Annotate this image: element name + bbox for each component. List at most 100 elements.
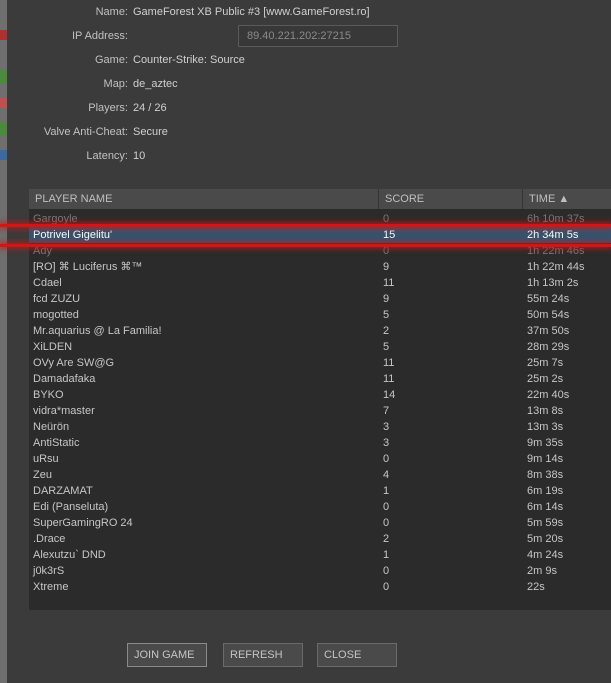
table-row[interactable]: BYKO 14 22m 40s — [29, 387, 611, 403]
table-row[interactable]: vidra*master 7 13m 8s — [29, 403, 611, 419]
time-cell: 5m 59s — [527, 517, 564, 529]
score-cell: 1 — [383, 485, 390, 497]
time-cell: 22s — [527, 581, 545, 593]
score-cell: 14 — [383, 389, 396, 401]
highlight-line — [0, 224, 611, 227]
table-row[interactable]: .Drace 2 5m 20s — [29, 531, 611, 547]
strip-mark — [0, 150, 7, 160]
table-row[interactable]: Zeu 4 8m 38s — [29, 467, 611, 483]
player-name-cell: Damadafaka — [33, 373, 96, 385]
time-cell: 25m 7s — [527, 357, 564, 369]
score-cell: 9 — [383, 293, 390, 305]
time-cell: 55m 24s — [527, 293, 570, 305]
table-row[interactable]: Mr.aquarius @ La Familia! 2 37m 50s — [29, 323, 611, 339]
score-cell: 0 — [383, 517, 390, 529]
table-row[interactable]: j0k3rS 0 2m 9s — [29, 563, 611, 579]
highlight-line — [0, 244, 611, 247]
score-cell: 7 — [383, 405, 390, 417]
player-name-cell: AntiStatic — [33, 437, 80, 449]
time-cell: 1h 13m 2s — [527, 277, 579, 289]
time-cell: 5m 20s — [527, 533, 564, 545]
time-cell: 2h 34m 5s — [527, 229, 579, 241]
table-row[interactable]: mogotted 5 50m 54s — [29, 307, 611, 323]
table-row[interactable]: AntiStatic 3 9m 35s — [29, 435, 611, 451]
score-cell: 2 — [383, 533, 390, 545]
table-row[interactable]: fcd ZUZU 9 55m 24s — [29, 291, 611, 307]
time-cell: 50m 54s — [527, 309, 570, 321]
time-cell: 4m 24s — [527, 549, 564, 561]
close-button[interactable]: CLOSE — [317, 643, 397, 667]
player-name-cell: SuperGamingRO 24 — [33, 517, 133, 529]
table-row[interactable]: Potrivel Gigelitu' 15 2h 34m 5s — [29, 227, 611, 243]
time-cell: 1h 22m 44s — [527, 261, 585, 273]
score-cell: 0 — [383, 565, 390, 577]
server-name-value: GameForest XB Public #3 [www.GameForest.… — [133, 6, 370, 18]
score-cell: 0 — [383, 501, 390, 513]
vac-value: Secure — [133, 126, 168, 138]
info-label: Latency: — [86, 150, 128, 162]
join-game-button[interactable]: JOIN GAME — [127, 643, 207, 667]
table-row[interactable]: Damadafaka 11 25m 2s — [29, 371, 611, 387]
table-row[interactable]: Neürön 3 13m 3s — [29, 419, 611, 435]
info-label: Game: — [94, 54, 128, 66]
table-row[interactable]: DARZAMAT 1 6m 19s — [29, 483, 611, 499]
player-name-cell: Potrivel Gigelitu' — [33, 229, 113, 241]
time-cell: 6m 14s — [527, 501, 564, 513]
player-name-cell: .Drace — [33, 533, 66, 545]
refresh-button[interactable]: REFRESH — [223, 643, 303, 667]
score-cell: 4 — [383, 469, 390, 481]
player-name-cell: Zeu — [33, 469, 52, 481]
background-window-strip — [0, 0, 7, 683]
score-cell: 1 — [383, 549, 390, 561]
player-name-cell: XiLDEN — [33, 341, 73, 353]
player-name-cell: Cdael — [33, 277, 62, 289]
time-cell: 28m 29s — [527, 341, 570, 353]
column-header-player-name[interactable]: PLAYER NAME — [29, 189, 379, 209]
time-cell: 9m 14s — [527, 453, 564, 465]
player-name-cell: BYKO — [33, 389, 64, 401]
player-name-cell: Xtreme — [33, 581, 69, 593]
table-row[interactable]: Xtreme 0 22s — [29, 579, 611, 595]
time-cell: 8m 38s — [527, 469, 564, 481]
score-cell: 15 — [383, 229, 396, 241]
player-name-cell: mogotted — [33, 309, 79, 321]
player-name-cell: j0k3rS — [33, 565, 65, 577]
time-cell: 6m 19s — [527, 485, 564, 497]
strip-mark — [0, 30, 7, 40]
player-name-cell: [RO] ⌘ Luciferus ⌘™ — [33, 261, 143, 273]
player-name-cell: vidra*master — [33, 405, 95, 417]
table-row[interactable]: [RO] ⌘ Luciferus ⌘™ 9 1h 22m 44s — [29, 259, 611, 275]
score-cell: 3 — [383, 437, 390, 449]
table-row[interactable]: uRsu 0 9m 14s — [29, 451, 611, 467]
info-label: Players: — [88, 102, 128, 114]
score-cell: 0 — [383, 453, 390, 465]
column-header-time[interactable]: TIME ▲ — [523, 189, 611, 209]
column-header-score[interactable]: SCORE — [379, 189, 523, 209]
player-name-cell: fcd ZUZU — [33, 293, 81, 305]
player-list-table: PLAYER NAME SCORE TIME ▲ Gargoyle 0 6h 10m… — [29, 189, 611, 610]
score-cell: 9 — [383, 261, 390, 273]
table-row[interactable]: OVy Are SW@G 11 25m 7s — [29, 355, 611, 371]
table-row[interactable]: Cdael 11 1h 13m 2s — [29, 275, 611, 291]
info-label: Valve Anti-Cheat: — [43, 126, 128, 138]
strip-mark — [0, 70, 7, 84]
ip-address-field[interactable]: 89.40.221.202:27215 — [238, 25, 398, 47]
map-value: de_aztec — [133, 78, 178, 90]
table-row[interactable]: SuperGamingRO 24 0 5m 59s — [29, 515, 611, 531]
score-cell: 3 — [383, 421, 390, 433]
time-cell: 2m 9s — [527, 565, 557, 577]
time-cell: 9m 35s — [527, 437, 564, 449]
score-cell: 11 — [383, 277, 395, 289]
time-cell: 37m 50s — [527, 325, 570, 337]
score-cell: 5 — [383, 341, 390, 353]
time-cell: 13m 8s — [527, 405, 564, 417]
info-label: Map: — [103, 78, 128, 90]
player-name-cell: Neürön — [33, 421, 70, 433]
strip-mark — [0, 122, 7, 136]
score-cell: 5 — [383, 309, 390, 321]
table-row[interactable]: Alexutzu` DND 1 4m 24s — [29, 547, 611, 563]
table-row[interactable]: Edi (Panseluta) 0 6m 14s — [29, 499, 611, 515]
table-row[interactable]: XiLDEN 5 28m 29s — [29, 339, 611, 355]
player-name-cell: OVy Are SW@G — [33, 357, 115, 369]
player-name-cell: Alexutzu` DND — [33, 549, 106, 561]
